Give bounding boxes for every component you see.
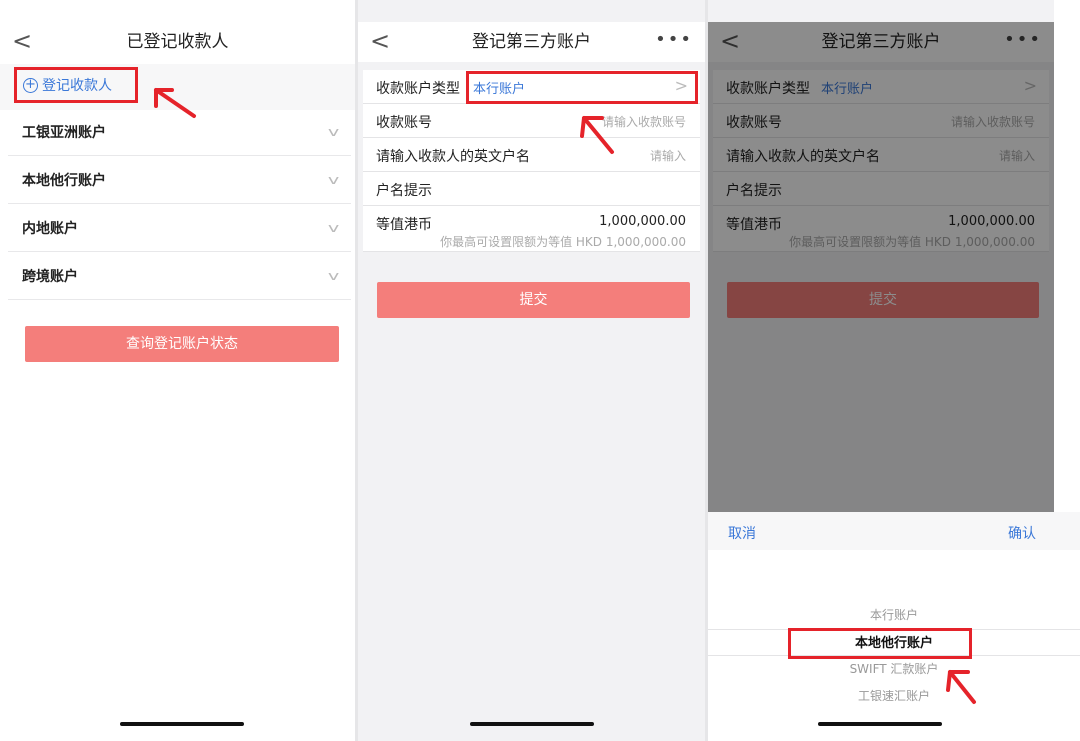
- background-page: < 登记第三方账户 ••• 收款账户类型 本行账户 > 收款账号 请输入收款账号…: [708, 0, 1054, 512]
- account-category-item[interactable]: 内地账户 v: [8, 204, 351, 252]
- account-type-picker: 取消 确认 本行账户 本地他行账户 SWIFT 汇款账户 工银速汇账户: [708, 512, 1080, 741]
- chevron-down-icon: v: [327, 172, 340, 187]
- cancel-button[interactable]: 取消: [728, 523, 756, 543]
- page-title: 已登记收款人: [126, 32, 229, 52]
- account-category-list: 工银亚洲账户 v 本地他行账户 v 内地账户 v 跨境账户 v: [8, 108, 351, 300]
- registered-payees-screen: < 已登记收款人 + 登记收款人 工银亚洲账户 v 本地他行账户 v 内地账户 …: [0, 0, 355, 741]
- chevron-down-icon: v: [327, 268, 340, 283]
- limit-label: 等值港币: [376, 217, 432, 233]
- annotation-highlight-box: [788, 628, 972, 659]
- account-number-input[interactable]: 请输入收款账号: [602, 113, 686, 130]
- account-form: 收款账户类型 本行账户 > 收款账号 请输入收款账号 请输入收款人的英文户名 请…: [363, 70, 700, 252]
- register-third-party-account-screen: < 登记第三方账户 ••• 收款账户类型 本行账户 > 收款账号 请输入收款账号…: [358, 0, 705, 741]
- account-category-item[interactable]: 本地他行账户 v: [8, 156, 351, 204]
- plus-circle-icon: +: [23, 77, 38, 93]
- picker-toolbar: 取消 确认: [708, 512, 1080, 550]
- more-options-icon[interactable]: •••: [655, 30, 693, 50]
- english-name-label: 请输入收款人的英文户名: [376, 149, 530, 165]
- add-payee-button[interactable]: + 登记收款人: [14, 67, 138, 103]
- submit-button[interactable]: 提交: [377, 282, 690, 318]
- home-indicator[interactable]: [470, 722, 594, 726]
- picker-option[interactable]: SWIFT 汇款账户: [708, 656, 1080, 683]
- account-category-label: 本地他行账户: [22, 172, 106, 189]
- picker-option[interactable]: 工银速汇账户: [708, 683, 1080, 710]
- query-account-status-button[interactable]: 查询登记账户状态: [25, 326, 339, 362]
- add-payee-row: + 登记收款人: [0, 64, 355, 110]
- account-category-item[interactable]: 工银亚洲账户 v: [8, 108, 351, 156]
- add-payee-label: 登记收款人: [42, 78, 112, 94]
- account-category-label: 内地账户: [22, 220, 78, 237]
- account-type-row[interactable]: 收款账户类型 本行账户 >: [363, 70, 700, 104]
- account-type-picker-screen: < 登记第三方账户 ••• 收款账户类型 本行账户 > 收款账号 请输入收款账号…: [708, 0, 1080, 741]
- chevron-down-icon: v: [327, 220, 340, 235]
- account-type-label: 收款账户类型: [376, 81, 460, 97]
- name-hint-row: 户名提示: [363, 172, 700, 206]
- account-number-label: 收款账号: [376, 115, 432, 131]
- home-indicator[interactable]: [120, 722, 244, 726]
- navbar: < 登记第三方账户 •••: [358, 22, 705, 62]
- account-category-item[interactable]: 跨境账户 v: [8, 252, 351, 300]
- navbar: < 已登记收款人: [0, 22, 355, 62]
- english-name-input[interactable]: 请输入: [650, 147, 686, 164]
- chevron-down-icon: v: [327, 124, 340, 139]
- english-name-row[interactable]: 请输入收款人的英文户名 请输入: [363, 138, 700, 172]
- home-indicator[interactable]: [818, 722, 942, 726]
- confirm-button[interactable]: 确认: [1008, 523, 1036, 543]
- name-hint-label: 户名提示: [376, 183, 432, 199]
- limit-row[interactable]: 等值港币 1,000,000.00 你最高可设置限额为等值 HKD 1,000,…: [363, 206, 700, 252]
- page-title: 登记第三方账户: [472, 32, 591, 52]
- account-category-label: 跨境账户: [22, 268, 78, 285]
- account-category-label: 工银亚洲账户: [22, 124, 106, 141]
- account-number-row[interactable]: 收款账号 请输入收款账号: [363, 104, 700, 138]
- modal-overlay[interactable]: [708, 22, 1054, 512]
- limit-amount-input[interactable]: 1,000,000.00: [599, 214, 686, 229]
- annotation-highlight-box: [466, 71, 698, 104]
- limit-hint: 你最高可设置限额为等值 HKD 1,000,000.00: [440, 235, 686, 249]
- picker-option[interactable]: 本行账户: [708, 602, 1080, 629]
